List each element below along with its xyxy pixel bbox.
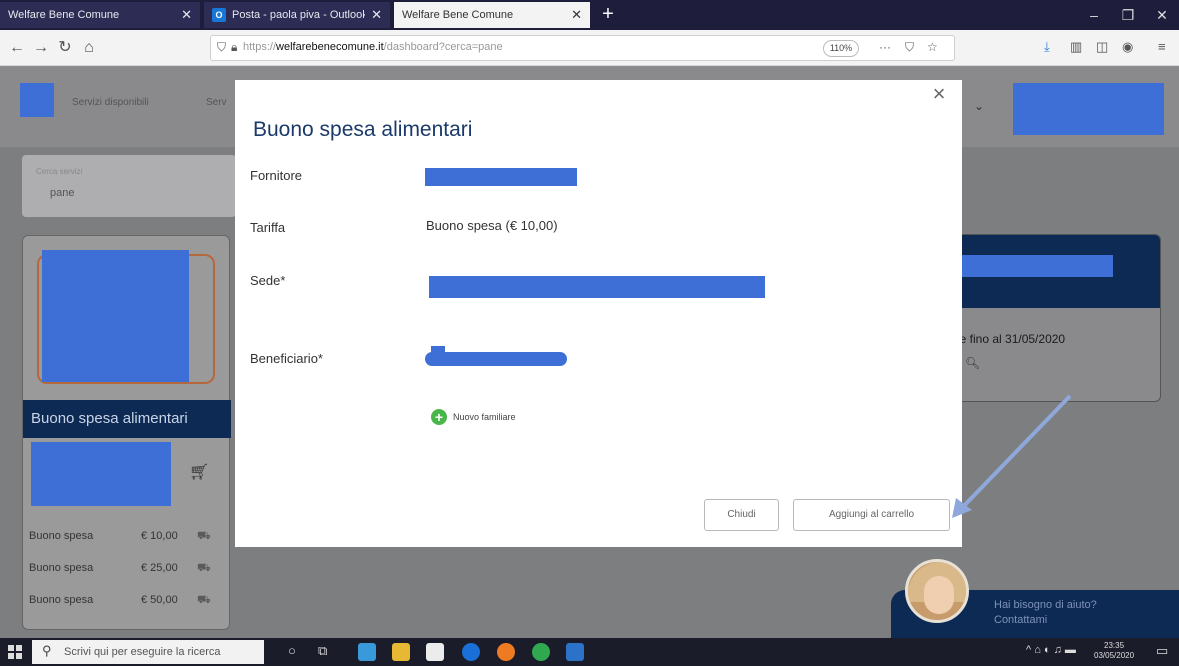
notification-icon[interactable]: ▭ xyxy=(1156,643,1168,659)
chrome-icon[interactable] xyxy=(532,643,550,661)
search-icon: ⚲ xyxy=(42,643,52,658)
clock-time: 23:35 xyxy=(1104,641,1125,650)
shopping-bag-icon[interactable] xyxy=(426,643,444,661)
taskbar-search[interactable]: ⚲ Scrivi qui per eseguire la ricerca xyxy=(32,640,264,664)
taskbar-clock[interactable]: 23:35 03/05/2020 xyxy=(1094,641,1134,661)
edge-icon[interactable] xyxy=(462,643,480,661)
annotation-arrow xyxy=(952,394,1072,518)
file-explorer-icon[interactable] xyxy=(392,643,410,661)
taskbar-search-placeholder: Scrivi qui per eseguire la ricerca xyxy=(64,646,221,658)
store-icon[interactable] xyxy=(358,643,376,661)
firefox-icon[interactable] xyxy=(497,643,515,661)
cortana-icon[interactable]: ○ xyxy=(288,643,296,658)
clock-date: 03/05/2020 xyxy=(1094,651,1135,660)
windows-start-icon[interactable] xyxy=(8,645,22,659)
outlook-icon[interactable] xyxy=(566,643,584,661)
windows-taskbar: ⚲ Scrivi qui per eseguire la ricerca ○ ⧉… xyxy=(0,638,1179,666)
arrow-shaft xyxy=(956,394,1072,514)
task-view-icon[interactable]: ⧉ xyxy=(318,643,327,659)
system-tray-icons[interactable]: ^ ⌂ ◐ ♫ ▬ xyxy=(1026,644,1076,656)
